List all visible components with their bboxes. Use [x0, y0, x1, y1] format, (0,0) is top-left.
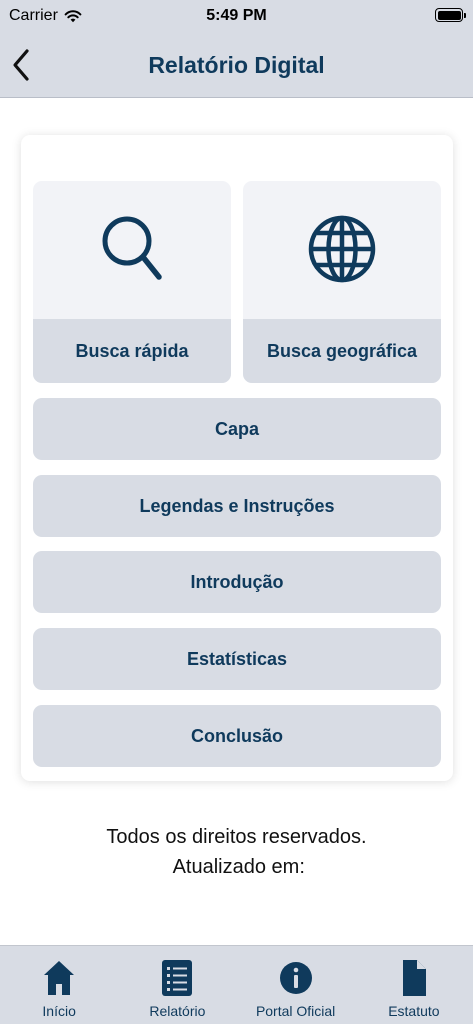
globe-icon: [308, 215, 376, 283]
footer: Todos os direitos reservados. Atualizado…: [0, 822, 473, 882]
document-icon: [402, 960, 426, 996]
clock: 5:49 PM: [206, 7, 267, 24]
quick-search-tile[interactable]: Busca rápida: [33, 181, 231, 383]
updated-text: Atualizado em:: [168, 856, 305, 878]
conclusion-button[interactable]: Conclusão: [33, 705, 441, 767]
cover-button[interactable]: Capa: [33, 398, 441, 460]
tile-label: Busca geográfica: [243, 319, 441, 383]
rights-text: Todos os direitos reservados.: [106, 826, 367, 848]
search-icon: [102, 216, 162, 280]
tab-label: Relatório: [149, 1003, 206, 1019]
introduction-button[interactable]: Introdução: [33, 551, 441, 613]
navigation-bar: Relatório Digital: [0, 34, 473, 98]
status-bar: Carrier 5:49 PM: [0, 0, 473, 34]
tab-label: Portal Oficial: [255, 1003, 336, 1019]
tab-estatuto[interactable]: Estatuto: [355, 946, 473, 1024]
tab-label: Início: [42, 1003, 76, 1019]
tile-label: Busca rápida: [33, 319, 231, 383]
tile-icon-area: [33, 181, 231, 319]
tab-relatorio[interactable]: Relatório: [118, 946, 236, 1024]
tab-label: Estatuto: [388, 1003, 440, 1019]
home-icon: [44, 961, 75, 995]
legends-instructions-button[interactable]: Legendas e Instruções: [33, 475, 441, 537]
info-icon: [279, 962, 312, 994]
menu-card: Busca rápida Busca geográfica Capa Legen…: [21, 135, 453, 781]
battery-icon: [435, 8, 466, 22]
statistics-button[interactable]: Estatísticas: [33, 628, 441, 690]
page-title: Relatório Digital: [148, 52, 325, 78]
tab-inicio[interactable]: Início: [0, 946, 118, 1024]
geo-search-tile[interactable]: Busca geográfica: [243, 181, 441, 383]
tab-bar: Início Relatório Portal Oficial Estatuto: [0, 945, 473, 1024]
tab-portal-oficial[interactable]: Portal Oficial: [237, 946, 355, 1024]
list-icon: [162, 960, 193, 996]
tile-icon-area: [243, 181, 441, 319]
